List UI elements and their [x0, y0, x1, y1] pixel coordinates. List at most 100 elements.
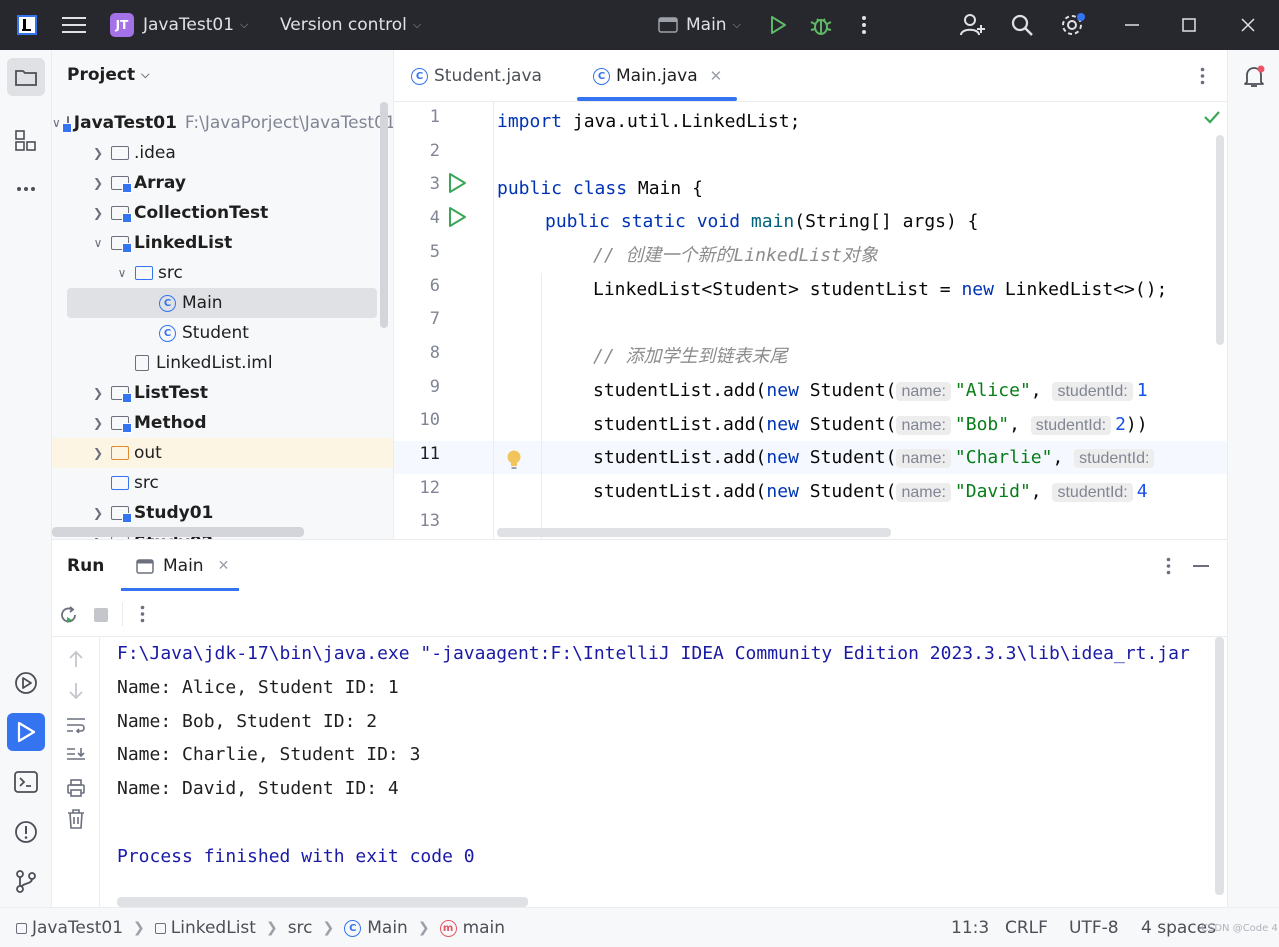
tree-item[interactable]: src: [52, 468, 393, 498]
terminal-tool-button[interactable]: [7, 763, 45, 801]
more-tools-icon[interactable]: [7, 170, 45, 208]
search-icon[interactable]: [1011, 0, 1034, 50]
tree-item[interactable]: C Main: [67, 288, 377, 318]
run-config-selector[interactable]: Main ⌵: [658, 0, 741, 50]
breadcrumb-project[interactable]: JavaTest01: [32, 918, 123, 938]
maximize-window-icon[interactable]: [1182, 0, 1196, 50]
run-tab-main[interactable]: Main ✕: [136, 540, 229, 592]
project-panel-header[interactable]: Project ⌵: [67, 65, 149, 85]
line-number[interactable]: 13: [394, 511, 440, 531]
tree-item[interactable]: LinkedList.iml: [52, 348, 393, 378]
line-number[interactable]: 6: [394, 276, 440, 296]
chevron-down-icon[interactable]: ∨: [115, 266, 129, 280]
caret-position[interactable]: 11:3: [951, 908, 989, 947]
run-main-gutter-icon[interactable]: [446, 206, 468, 228]
breadcrumb-src[interactable]: src: [288, 918, 313, 938]
tree-vertical-scrollbar[interactable]: [380, 102, 388, 328]
chevron-right-icon[interactable]: ❯: [91, 506, 105, 520]
console-vertical-scrollbar[interactable]: [1215, 637, 1224, 895]
tree-item[interactable]: ∨ JavaTest01 F:\JavaPorject\JavaTest01: [52, 108, 393, 138]
scroll-to-end-icon[interactable]: [66, 747, 86, 763]
class-icon: C: [411, 67, 428, 85]
line-number[interactable]: 4: [394, 208, 440, 228]
chevron-down-icon: ⌵: [412, 18, 422, 31]
line-number[interactable]: 8: [394, 343, 440, 363]
vcs-menu[interactable]: Version control ⌵: [280, 0, 421, 50]
arrow-up-icon[interactable]: [68, 650, 84, 668]
app-logo-icon[interactable]: [17, 0, 37, 50]
breadcrumb-module[interactable]: LinkedList: [171, 918, 256, 938]
editor-vertical-scrollbar[interactable]: [1216, 135, 1224, 345]
tree-item[interactable]: ∨ LinkedList: [52, 228, 393, 258]
chevron-right-icon[interactable]: ❯: [91, 386, 105, 400]
more-run-actions-icon[interactable]: [140, 605, 145, 623]
trash-icon[interactable]: [67, 809, 85, 829]
notifications-bell-icon[interactable]: [1235, 58, 1273, 96]
line-number[interactable]: 7: [394, 309, 440, 329]
tree-item[interactable]: ❯ Method: [52, 408, 393, 438]
breadcrumb-class[interactable]: Main: [367, 918, 408, 938]
chevron-right-icon[interactable]: ❯: [91, 206, 105, 220]
line-number[interactable]: 10: [394, 410, 440, 430]
run-class-gutter-icon[interactable]: [446, 172, 468, 194]
run-options-icon[interactable]: [1166, 557, 1171, 575]
problems-tool-button[interactable]: [7, 813, 45, 851]
run-tool-button[interactable]: [7, 713, 45, 751]
git-tool-button[interactable]: [7, 862, 45, 900]
tree-item[interactable]: ❯ .idea: [52, 138, 393, 168]
line-number[interactable]: 3: [394, 174, 440, 194]
tree-item[interactable]: ❯ ListTest: [52, 378, 393, 408]
line-number[interactable]: 2: [394, 141, 440, 161]
print-icon[interactable]: [66, 779, 86, 797]
tree-horizontal-scrollbar[interactable]: [52, 527, 304, 537]
chevron-right-icon[interactable]: ❯: [91, 176, 105, 190]
tab-student-java[interactable]: C Student.java: [411, 50, 542, 102]
rerun-icon[interactable]: [59, 605, 79, 625]
tree-item[interactable]: ❯ Array: [52, 168, 393, 198]
editor-horizontal-scrollbar[interactable]: [497, 528, 891, 537]
file-encoding[interactable]: UTF-8: [1069, 908, 1119, 947]
tree-item[interactable]: ❯ Study01: [52, 498, 393, 528]
arrow-down-icon[interactable]: [68, 682, 84, 700]
close-tab-icon[interactable]: ✕: [710, 67, 723, 85]
run-button[interactable]: [768, 0, 788, 50]
chevron-down-icon[interactable]: ∨: [52, 116, 61, 130]
tree-item-label: JavaTest01: [73, 113, 177, 133]
project-tool-button[interactable]: [7, 58, 45, 96]
code-line-1: import java.util.LinkedList;: [497, 111, 801, 132]
project-switcher[interactable]: JT JavaTest01 ⌵: [110, 0, 248, 50]
chevron-right-icon[interactable]: ❯: [91, 146, 105, 160]
tree-item[interactable]: ∨ src: [52, 258, 393, 288]
line-number[interactable]: 5: [394, 242, 440, 262]
stop-icon[interactable]: [93, 607, 109, 623]
soft-wrap-icon[interactable]: [66, 717, 86, 733]
chevron-right-icon[interactable]: ❯: [91, 446, 105, 460]
tree-item[interactable]: ❯ out: [52, 438, 393, 468]
code-content[interactable]: import java.util.LinkedList; public clas…: [494, 102, 1227, 539]
tree-item[interactable]: ❯ CollectionTest: [52, 198, 393, 228]
tab-main-java[interactable]: C Main.java ✕: [593, 50, 722, 102]
chevron-right-icon[interactable]: ❯: [91, 416, 105, 430]
breadcrumb-method[interactable]: main: [463, 918, 505, 938]
line-separator[interactable]: CRLF: [1005, 908, 1048, 947]
line-number[interactable]: 1: [394, 107, 440, 127]
chevron-down-icon[interactable]: ∨: [91, 236, 105, 250]
close-tab-icon[interactable]: ✕: [218, 558, 230, 574]
tree-item[interactable]: C Student: [52, 318, 393, 348]
line-number[interactable]: 12: [394, 478, 440, 498]
close-window-icon[interactable]: [1241, 0, 1255, 50]
services-tool-button[interactable]: [7, 664, 45, 702]
debug-button[interactable]: [810, 0, 832, 50]
settings-gear-icon[interactable]: [1060, 0, 1086, 50]
line-number[interactable]: 9: [394, 377, 440, 397]
main-menu-icon[interactable]: [62, 0, 86, 50]
no-problems-check-icon[interactable]: [1203, 110, 1221, 124]
hide-panel-icon[interactable]: [1193, 565, 1209, 567]
line-number[interactable]: 11: [394, 444, 440, 464]
minimize-window-icon[interactable]: [1125, 0, 1139, 50]
more-actions-icon[interactable]: [861, 0, 867, 50]
tab-options-icon[interactable]: [1200, 50, 1205, 102]
structure-tool-button[interactable]: [7, 122, 45, 160]
console-horizontal-scrollbar[interactable]: [117, 897, 528, 907]
add-user-icon[interactable]: [960, 0, 986, 50]
